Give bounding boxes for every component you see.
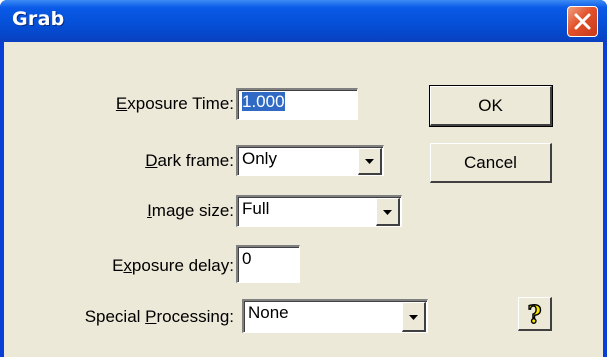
special-processing-dropdown-button[interactable]	[402, 302, 426, 332]
dark-frame-dropdown-button[interactable]	[358, 148, 382, 175]
chevron-down-icon	[409, 315, 418, 320]
dark-frame-select[interactable]: Only	[236, 145, 384, 176]
cancel-button[interactable]: Cancel	[430, 143, 552, 183]
chevron-down-icon	[365, 159, 374, 164]
special-processing-label: Special Processing:	[84, 307, 234, 326]
window-title: Grab	[12, 8, 65, 30]
exposure-delay-label: Exposure delay:	[112, 256, 234, 275]
image-size-dropdown-button[interactable]	[376, 198, 400, 226]
dark-frame-label: Dark frame:	[145, 151, 234, 170]
close-button[interactable]	[567, 6, 598, 37]
close-icon	[574, 13, 591, 30]
image-size-label: Image size:	[147, 201, 234, 220]
dark-frame-value: Only	[242, 149, 277, 168]
dialog-body: Exposure Time: 1.000 Dark frame: Only Im…	[4, 42, 603, 357]
svg-text:?: ?	[527, 300, 541, 329]
exposure-delay-value: 0	[242, 249, 252, 268]
image-size-value: Full	[242, 199, 270, 218]
help-button[interactable]: ?	[518, 297, 552, 331]
chevron-down-icon	[383, 210, 392, 215]
special-processing-select[interactable]: None	[242, 299, 428, 333]
exposure-time-label: Exposure Time:	[115, 94, 234, 113]
grab-dialog: Grab Exposure Time: 1.000 Dark frame: On…	[0, 0, 607, 357]
exposure-time-value: 1.000	[242, 92, 285, 111]
ok-button[interactable]: OK	[429, 85, 553, 127]
special-processing-value: None	[248, 303, 289, 322]
help-icon: ?	[527, 299, 542, 329]
image-size-select[interactable]: Full	[236, 195, 402, 227]
title-bar[interactable]: Grab	[0, 0, 607, 42]
exposure-time-input[interactable]: 1.000	[236, 88, 358, 120]
exposure-delay-input[interactable]: 0	[236, 245, 300, 283]
